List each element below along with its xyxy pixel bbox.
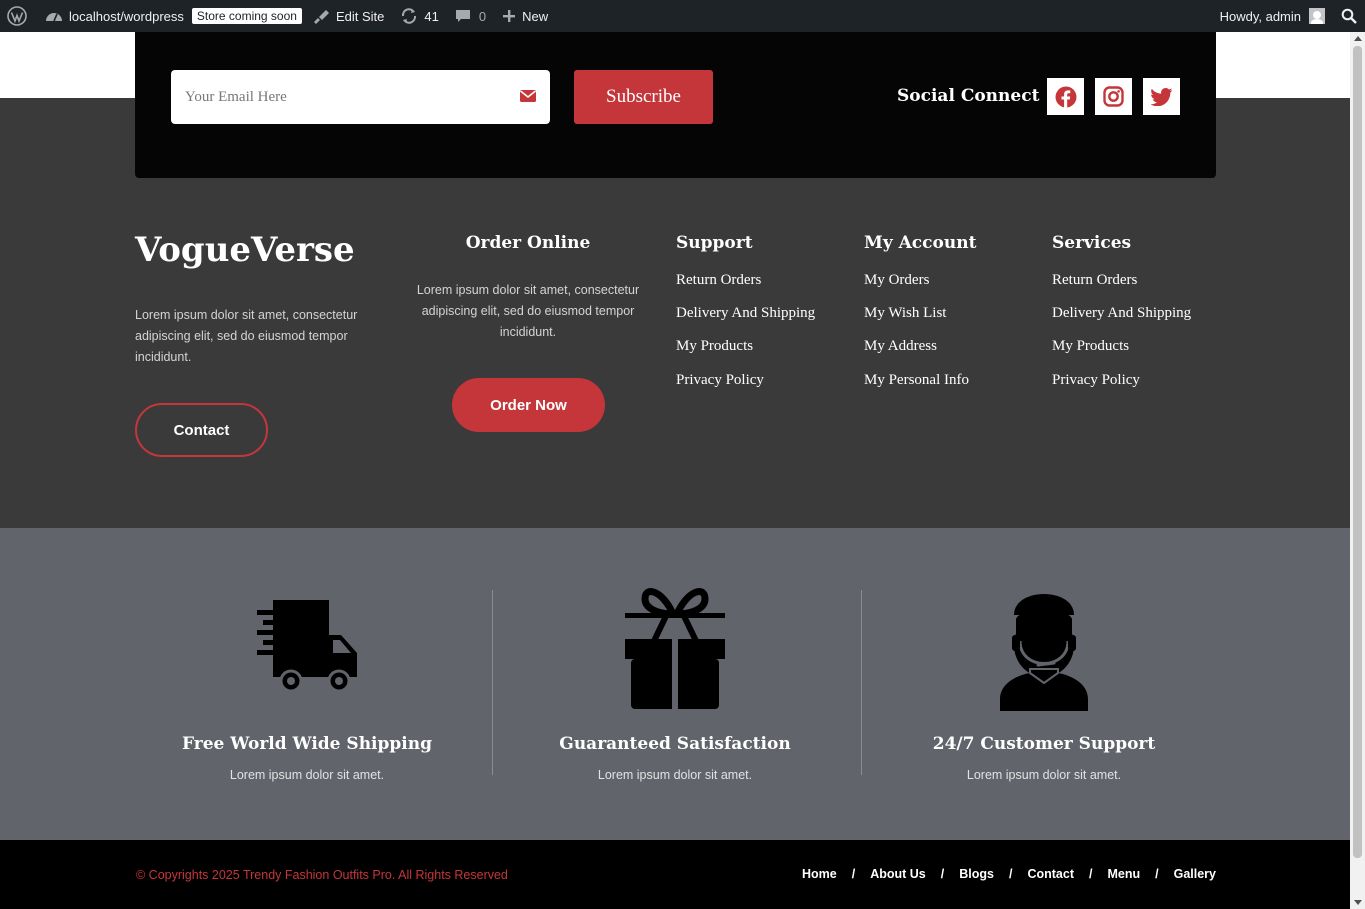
page-scrollbar[interactable]	[1350, 32, 1365, 909]
footer-link[interactable]: Return Orders	[1052, 272, 1137, 289]
my-account-link[interactable]: Howdy, admin	[1212, 0, 1333, 32]
admin-search-button[interactable]	[1333, 0, 1365, 32]
footer-column-my-account: My Account My Orders My Wish List My Add…	[864, 233, 977, 388]
avatar	[1309, 8, 1325, 24]
comments-count: 0	[478, 8, 487, 24]
subscribe-button[interactable]: Subscribe	[574, 70, 713, 124]
nav-about-us[interactable]: About Us	[870, 867, 926, 881]
footer-link[interactable]: Delivery And Shipping	[1052, 305, 1191, 322]
nav-separator: /	[1089, 867, 1093, 881]
nav-gallery[interactable]: Gallery	[1174, 867, 1216, 881]
nav-home[interactable]: Home	[802, 867, 837, 881]
new-content-link[interactable]: New	[494, 0, 556, 32]
scrollbar-thumb[interactable]	[1353, 46, 1362, 858]
store-status-badge[interactable]: Store coming soon	[191, 0, 310, 32]
footer-link[interactable]: Return Orders	[676, 272, 761, 289]
store-badge-label: Store coming soon	[191, 8, 302, 24]
feature-divider	[861, 590, 862, 775]
feature-title: 24/7 Customer Support	[932, 734, 1156, 754]
footer-link[interactable]: My Personal Info	[864, 372, 969, 389]
email-field-wrapper	[171, 70, 550, 124]
feature-support: 24/7 Customer Support Lorem ipsum dolor …	[879, 580, 1209, 782]
wordpress-icon	[7, 6, 27, 26]
footer-link[interactable]: Privacy Policy	[676, 372, 764, 389]
footer-link[interactable]: My Address	[864, 338, 937, 355]
feature-description: Lorem ipsum dolor sit amet.	[966, 768, 1122, 782]
nav-separator: /	[851, 867, 856, 881]
updates-icon	[402, 8, 417, 24]
feature-icon-wrap	[142, 580, 472, 710]
brand-logo-text[interactable]: VogueVerse	[135, 230, 355, 270]
comment-icon	[455, 10, 470, 22]
instagram-icon	[1103, 86, 1124, 107]
footer-link[interactable]: Privacy Policy	[1052, 372, 1140, 389]
facebook-icon	[1055, 86, 1076, 107]
order-online-title: Order Online	[465, 233, 591, 253]
feature-title: Guaranteed Satisfaction	[559, 734, 791, 754]
footer-link[interactable]: My Products	[676, 338, 753, 355]
column-title: Services	[1052, 233, 1132, 253]
envelope-icon	[520, 90, 536, 102]
column-title: My Account	[864, 233, 977, 253]
feature-divider	[492, 590, 493, 775]
feature-satisfaction: Guaranteed Satisfaction Lorem ipsum dolo…	[510, 580, 840, 782]
column-title: Support	[676, 233, 753, 253]
social-connect-title: Social Connect	[897, 86, 1040, 106]
nav-separator: /	[940, 867, 945, 881]
bottom-nav: Home / About Us / Blogs / Contact / Menu…	[802, 867, 1216, 881]
site-name-label: localhost/wordpress	[69, 8, 184, 24]
footer-link[interactable]: My Wish List	[864, 305, 946, 322]
nav-contact[interactable]: Contact	[1027, 867, 1074, 881]
edit-site-link[interactable]: Edit Site	[310, 0, 392, 32]
edit-site-label: Edit Site	[335, 8, 385, 24]
feature-icon-wrap	[879, 580, 1209, 711]
howdy-label: Howdy, admin	[1219, 8, 1301, 24]
plus-icon	[503, 10, 516, 22]
twitter-icon	[1150, 87, 1172, 106]
feature-description: Lorem ipsum dolor sit amet.	[229, 768, 385, 782]
site-name-link[interactable]: localhost/wordpress	[37, 0, 192, 32]
nav-separator: /	[1155, 867, 1159, 881]
dashboard-icon	[46, 13, 62, 22]
customer-support-icon	[1000, 594, 1088, 711]
wordpress-logo-button[interactable]	[0, 0, 37, 32]
twitter-link[interactable]	[1143, 78, 1180, 115]
updates-link[interactable]: 41	[392, 0, 446, 32]
gift-icon	[625, 588, 725, 709]
nav-menu[interactable]: Menu	[1107, 867, 1140, 881]
footer-link[interactable]: Delivery And Shipping	[676, 305, 815, 322]
brand-description: Lorem ipsum dolor sit amet, consectetur …	[135, 308, 358, 364]
footer-column-services: Services Return Orders Delivery And Ship…	[1052, 233, 1191, 388]
footer-column-support: Support Return Orders Delivery And Shipp…	[676, 233, 815, 388]
order-now-button[interactable]: Order Now	[452, 378, 605, 432]
comments-link[interactable]: 0	[447, 0, 494, 32]
nav-separator: /	[1008, 867, 1013, 881]
instagram-link[interactable]	[1095, 78, 1132, 115]
feature-title: Free World Wide Shipping	[182, 734, 432, 754]
footer-link[interactable]: My Products	[1052, 338, 1129, 355]
edit-brush-icon	[313, 10, 329, 24]
facebook-link[interactable]	[1047, 78, 1084, 115]
admin-bar: localhost/wordpress Store coming soon Ed…	[0, 0, 1365, 32]
new-label: New	[522, 8, 549, 24]
feature-icon-wrap	[510, 580, 840, 710]
search-icon	[1341, 8, 1357, 24]
shipping-truck-icon	[257, 600, 357, 693]
nav-blogs[interactable]: Blogs	[959, 867, 994, 881]
copyright-text: © Copyrights 2025 Trendy Fashion Outfits…	[136, 868, 508, 882]
order-online-description: Lorem ipsum dolor sit amet, consectetur …	[416, 283, 640, 339]
newsletter-box: Subscribe Social Connect	[135, 32, 1216, 178]
email-input[interactable]	[171, 70, 491, 124]
feature-shipping: Free World Wide Shipping Lorem ipsum dol…	[142, 580, 472, 782]
admin-bar-right: Howdy, admin	[1212, 0, 1365, 32]
scroll-down-icon[interactable]	[1354, 900, 1362, 905]
scroll-up-icon[interactable]	[1354, 36, 1362, 41]
contact-button[interactable]: Contact	[135, 403, 268, 457]
feature-description: Lorem ipsum dolor sit amet.	[597, 768, 753, 782]
footer-link[interactable]: My Orders	[864, 272, 929, 289]
updates-count: 41	[424, 8, 439, 24]
